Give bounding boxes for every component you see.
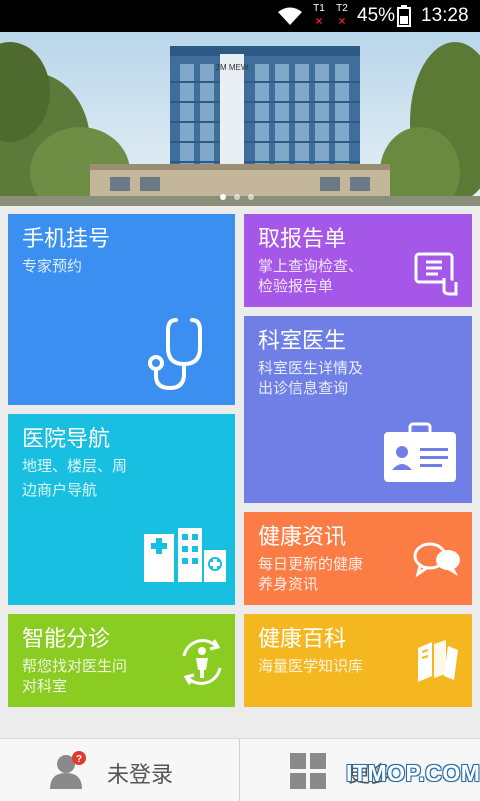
person-refresh-icon bbox=[176, 636, 228, 692]
login-label: 未登录 bbox=[107, 763, 174, 788]
tile-health-encyclopedia[interactable]: 健康百科 海量医学知识库 bbox=[244, 614, 472, 707]
tile-title: 科室医生 bbox=[258, 329, 347, 354]
books-icon bbox=[414, 638, 460, 686]
battery-percent: 45% bbox=[357, 5, 396, 26]
tile-health-news[interactable]: 健康资讯 每日更新的健康 养身资讯 bbox=[244, 512, 472, 605]
hospital-banner[interactable]: 3M MEW bbox=[0, 32, 480, 206]
status-bar: T1 × T2 × 45% 13:28 bbox=[0, 0, 480, 32]
tile-title: 健康百科 bbox=[258, 627, 347, 652]
tile-subtitle-line2: 边商户导航 bbox=[22, 481, 98, 499]
sim2-indicator: T2 × bbox=[336, 3, 348, 28]
tile-subtitle-line1: 每日更新的健康 bbox=[258, 555, 364, 573]
pager-dot[interactable] bbox=[248, 194, 254, 200]
tile-subtitle-line2: 检验报告单 bbox=[258, 277, 334, 295]
login-badge-text: ? bbox=[76, 754, 82, 765]
tile-title: 手机挂号 bbox=[22, 227, 111, 252]
login-button[interactable]: ? 未登录 bbox=[0, 739, 239, 801]
tile-get-report[interactable]: 取报告单 掌上查询检查、 检验报告单 bbox=[244, 214, 472, 307]
battery-icon bbox=[397, 0, 411, 32]
hospital-building-photo: 3M MEW bbox=[0, 32, 480, 206]
tile-title: 智能分诊 bbox=[22, 627, 111, 652]
tile-title: 健康资讯 bbox=[258, 525, 347, 550]
chat-bubbles-icon bbox=[412, 540, 462, 582]
grid-icon bbox=[290, 753, 326, 793]
wifi-icon bbox=[277, 0, 303, 32]
tile-title: 医院导航 bbox=[22, 427, 111, 452]
tile-subtitle-line1: 科室医生详情及 bbox=[258, 359, 364, 377]
tile-department-doctor[interactable]: 科室医生 科室医生详情及 出诊信息查询 bbox=[244, 316, 472, 503]
tile-subtitle-line2: 对科室 bbox=[22, 677, 68, 695]
banner-pager[interactable] bbox=[220, 194, 254, 200]
tile-subtitle: 海量医学知识库 bbox=[258, 657, 364, 675]
tile-mobile-registration[interactable]: 手机挂号 专家预约 bbox=[8, 214, 235, 405]
user-avatar-icon: ? bbox=[48, 751, 88, 793]
report-touch-icon bbox=[414, 250, 460, 300]
id-card-icon bbox=[382, 420, 458, 488]
clock: 13:28 bbox=[421, 5, 469, 26]
tile-subtitle-line1: 地理、楼层、周 bbox=[22, 457, 128, 475]
tile-subtitle-line1: 帮您找对医生问 bbox=[22, 657, 128, 675]
stethoscope-icon bbox=[138, 314, 218, 398]
tile-subtitle-line1: 掌上查询检查、 bbox=[258, 257, 364, 275]
pager-dot[interactable] bbox=[234, 194, 240, 200]
hospital-building-icon bbox=[142, 528, 226, 586]
tile-smart-triage[interactable]: 智能分诊 帮您找对医生问 对科室 bbox=[8, 614, 235, 707]
tile-subtitle-line2: 养身资讯 bbox=[258, 575, 319, 593]
tile-subtitle-line2: 出诊信息查询 bbox=[258, 379, 349, 397]
tile-hospital-navigation[interactable]: 医院导航 地理、楼层、周 边商户导航 bbox=[8, 414, 235, 605]
tile-title: 取报告单 bbox=[258, 227, 347, 252]
building-sign-text: 3M MEW bbox=[216, 63, 249, 72]
tile-subtitle: 专家预约 bbox=[22, 257, 83, 275]
sim1-indicator: T1 × bbox=[313, 3, 325, 28]
pager-dot[interactable] bbox=[220, 194, 226, 200]
watermark: ITMOP.COM bbox=[346, 760, 480, 786]
